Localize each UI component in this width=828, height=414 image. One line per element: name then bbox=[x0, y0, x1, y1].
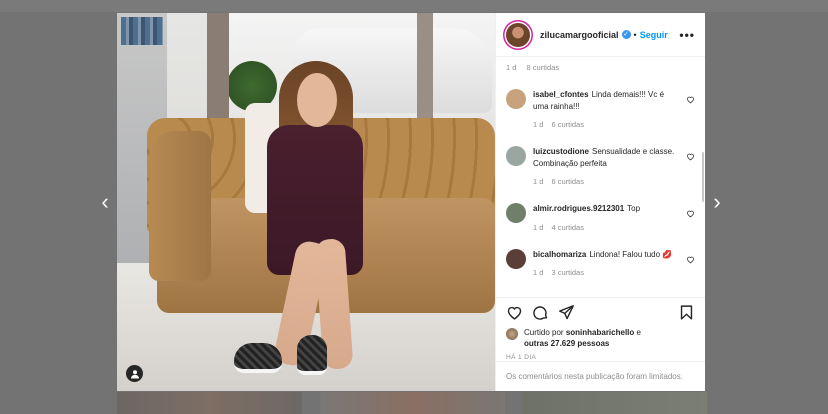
post-modal: zilucamargooficial ✓ • Seguir ••• 1 d 8 … bbox=[117, 13, 705, 391]
comment-text: Lindona! Falou tudo 💋 bbox=[589, 249, 673, 259]
share-icon[interactable] bbox=[558, 304, 575, 321]
heart-icon[interactable] bbox=[686, 95, 695, 104]
avatar[interactable] bbox=[506, 146, 526, 166]
follow-button[interactable]: Seguir bbox=[640, 30, 668, 40]
post-sidebar: zilucamargooficial ✓ • Seguir ••• 1 d 8 … bbox=[495, 13, 705, 391]
likes-prefix: Curtido por bbox=[524, 328, 564, 337]
comment-item: almir.rodrigues.9212301 Top 1 d 4 curtidas bbox=[506, 203, 695, 232]
comment-username[interactable]: luizcustodione bbox=[533, 147, 589, 156]
likes-others[interactable]: outras 27.629 pessoas bbox=[524, 339, 609, 348]
post-username[interactable]: zilucamargooficial bbox=[540, 30, 619, 40]
comment-time: 1 d bbox=[533, 222, 544, 232]
likes-summary: Curtido por soninhabarichello e outras 2… bbox=[496, 327, 705, 349]
page-background-top bbox=[0, 0, 828, 12]
comment-likes[interactable]: 8 curtidas bbox=[527, 63, 560, 72]
avatar[interactable] bbox=[506, 203, 526, 223]
bookmark-icon[interactable] bbox=[678, 304, 695, 321]
comment-time: 1 d bbox=[506, 63, 517, 72]
separator-dot: • bbox=[633, 29, 637, 40]
comment-icon[interactable] bbox=[532, 304, 549, 321]
post-timestamp: HÁ 1 DIA bbox=[506, 354, 537, 361]
more-options-icon[interactable]: ••• bbox=[679, 28, 695, 42]
comment-likes[interactable]: 6 curtidas bbox=[551, 120, 584, 129]
post-actions bbox=[496, 297, 705, 327]
post-photo[interactable] bbox=[117, 13, 495, 391]
grid-thumbnail[interactable] bbox=[522, 392, 707, 414]
previous-post-arrow[interactable]: ‹ bbox=[94, 190, 116, 214]
comment-meta: 1 d 8 curtidas bbox=[506, 63, 695, 72]
next-post-arrow[interactable]: › bbox=[706, 190, 728, 214]
comment-time: 1 d bbox=[533, 268, 544, 277]
comment-time: 1 d bbox=[533, 177, 544, 186]
avatar[interactable] bbox=[506, 248, 526, 269]
comments-scrollbar[interactable] bbox=[702, 152, 704, 202]
heart-icon[interactable] bbox=[686, 152, 695, 161]
comments-limited-notice: Os comentários nesta publicação foram li… bbox=[496, 361, 705, 391]
grid-thumbnail[interactable] bbox=[320, 392, 505, 414]
comment-username[interactable]: almir.rodrigues.9212301 bbox=[533, 204, 624, 213]
comment-item: luizcustodione Sensualidade e classe. Com… bbox=[506, 146, 695, 186]
comment-username[interactable]: isabel_cfontes bbox=[533, 90, 589, 99]
comment-item: isabel_cfontes Linda demais!!! Vc é uma r… bbox=[506, 89, 695, 129]
comment-time: 1 d bbox=[533, 120, 544, 129]
comment-likes[interactable]: 3 curtidas bbox=[551, 268, 584, 277]
heart-icon[interactable] bbox=[686, 209, 695, 218]
comment-likes[interactable]: 6 curtidas bbox=[551, 177, 584, 186]
avatar[interactable] bbox=[506, 328, 518, 340]
user-tag-icon[interactable] bbox=[126, 365, 143, 382]
comment-username[interactable]: bicalhomariza bbox=[533, 250, 586, 259]
post-header: zilucamargooficial ✓ • Seguir ••• bbox=[496, 13, 705, 57]
comment-item: bicalhomariza Lindona! Falou tudo 💋 1 d 3 … bbox=[506, 248, 695, 277]
verified-badge-icon: ✓ bbox=[621, 30, 631, 39]
likes-username[interactable]: soninhabarichello bbox=[566, 328, 634, 337]
avatar[interactable] bbox=[506, 89, 526, 109]
comments-list[interactable]: 1 d 8 curtidas isabel_cfontes Linda demai… bbox=[496, 57, 705, 297]
heart-icon[interactable] bbox=[506, 304, 523, 321]
likes-connector: e bbox=[636, 328, 641, 337]
heart-icon[interactable] bbox=[686, 255, 695, 264]
grid-thumbnail[interactable] bbox=[117, 392, 302, 414]
avatar[interactable] bbox=[506, 22, 530, 47]
comment-text: Top bbox=[627, 204, 641, 213]
comment-likes[interactable]: 4 curtidas bbox=[551, 223, 584, 232]
